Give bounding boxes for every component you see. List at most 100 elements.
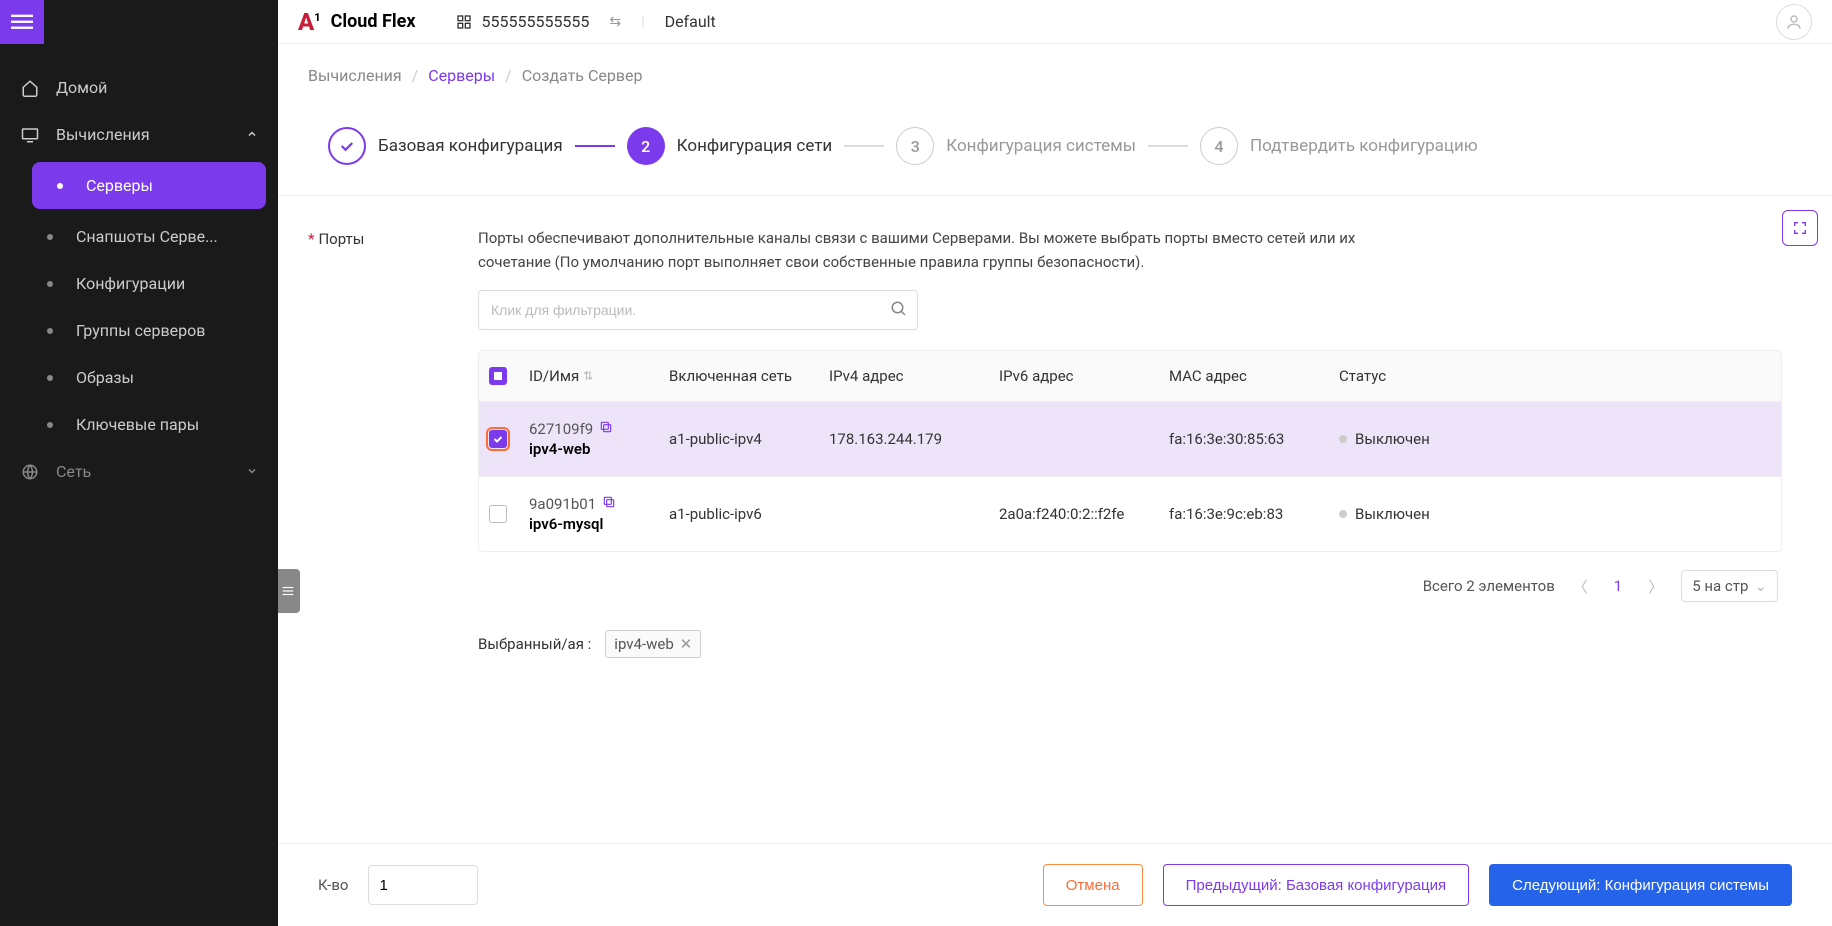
step-2-label: Конфигурация сети [677,136,833,156]
copy-icon[interactable] [599,420,613,438]
brand-name: Cloud Flex [331,11,416,32]
sidebar-item-images[interactable]: Образы [20,354,278,401]
hamburger-menu[interactable] [0,0,44,44]
breadcrumb-servers[interactable]: Серверы [428,66,495,85]
bullet-icon [47,234,53,240]
section-label-text: Порты [318,230,364,248]
th-mac: MAC адрес [1169,367,1339,385]
row-checkbox[interactable] [489,505,507,523]
total-count: Всего 2 элементов [1423,577,1555,595]
current-page[interactable]: 1 [1606,575,1630,597]
qty-label: К-во [318,876,348,894]
row-id: 627109f9 [529,420,593,438]
prev-button[interactable]: Предыдущий: Базовая конфигурация [1163,864,1470,906]
profile-button[interactable] [1776,4,1812,40]
next-page-button[interactable]: 〉 [1644,572,1667,601]
table-row[interactable]: 627109f9 ipv4-web a1-public-ipv4 178.163… [479,401,1781,476]
cancel-button[interactable]: Отмена [1043,864,1143,906]
search-icon [890,300,908,322]
step-1-label: Базовая конфигурация [378,136,563,156]
prev-page-button[interactable]: 〈 [1569,572,1592,601]
step-2[interactable]: 2 Конфигурация сети [627,127,833,165]
sidebar-item-network[interactable]: Сеть [0,448,278,495]
separator: | [641,14,644,30]
breadcrumb-compute[interactable]: Вычисления [308,66,402,85]
account-switcher[interactable]: 555555555555 [456,12,590,31]
bullet-icon [47,328,53,334]
row-name: ipv4-web [529,440,669,458]
page-size-selector[interactable]: 5 на стр ⌄ [1681,570,1778,602]
next-button[interactable]: Следующий: Конфигурация системы [1489,864,1792,906]
sidebar: Домой Вычисления Серверы Снапшоты Серве.… [0,0,278,926]
step-1[interactable]: Базовая конфигурация [328,127,563,165]
menu-icon [11,11,33,33]
select-all-checkbox[interactable] [489,367,507,385]
sidebar-label-compute: Вычисления [56,125,150,144]
topbar: A1 Cloud Flex 555555555555 ⇆ | Default [278,0,1832,44]
step-2-num: 2 [627,127,665,165]
row-name: ipv6-mysql [529,515,669,533]
th-status: Статус [1339,367,1459,385]
sidebar-label-groups: Группы серверов [76,321,205,340]
step-3-label: Конфигурация системы [946,136,1136,156]
row-net: a1-public-ipv6 [669,505,829,523]
sidebar-label-keypairs: Ключевые пары [76,415,199,434]
stepper: Базовая конфигурация 2 Конфигурация сети… [278,107,1832,195]
th-id[interactable]: ID/Имя [529,367,579,385]
chevron-up-icon [246,125,258,144]
remove-tag-button[interactable]: ✕ [680,635,693,653]
sort-icon[interactable]: ⇅ [583,369,593,383]
step-3: 3 Конфигурация системы [896,127,1136,165]
row-status: Выключен [1355,505,1430,523]
sidebar-label-snapshots: Снапшоты Серве... [76,227,218,246]
th-ipv4: IPv4 адрес [829,367,999,385]
qty-input[interactable] [368,865,478,905]
page-size-label: 5 на стр [1692,577,1748,595]
status-dot-icon [1339,510,1347,518]
sidebar-item-compute[interactable]: Вычисления [0,111,278,158]
step-4-label: Подтвердить конфигурацию [1250,136,1478,156]
project-selector[interactable]: Default [665,12,716,31]
logo-mark: A1 [298,8,321,36]
row-mac: fa:16:3e:30:85:63 [1169,430,1339,448]
breadcrumb-current: Создать Сервер [522,66,643,85]
selected-tag: ipv4-web ✕ [605,630,701,658]
check-icon [338,137,356,155]
expand-icon [1792,220,1808,236]
sidebar-item-configs[interactable]: Конфигурации [20,260,278,307]
chevron-down-icon [246,462,258,481]
filter-input[interactable] [478,290,918,330]
sidebar-item-home[interactable]: Домой [0,64,278,111]
sidebar-label-network: Сеть [56,462,91,481]
swap-icon[interactable]: ⇆ [609,14,621,30]
row-checkbox[interactable] [489,430,507,448]
breadcrumb: Вычисления / Серверы / Создать Сервер [278,44,1832,107]
table-row[interactable]: 9a091b01 ipv6-mysql a1-public-ipv6 2a0a:… [479,476,1781,551]
section-label: *Порты [308,226,438,658]
list-icon [281,584,295,598]
row-ipv6: 2a0a:f240:0:2::f2fe [999,505,1169,523]
row-id: 9a091b01 [529,495,596,513]
section-description: Порты обеспечивают дополнительные каналы… [478,226,1378,274]
expand-button[interactable] [1782,210,1818,246]
sidebar-item-keypairs[interactable]: Ключевые пары [20,401,278,448]
user-icon [1785,13,1803,31]
grid-icon [456,14,472,30]
copy-icon[interactable] [602,495,616,513]
bullet-icon [57,183,63,189]
row-mac: fa:16:3e:9c:eb:83 [1169,505,1339,523]
bullet-icon [47,422,53,428]
bullet-icon [47,281,53,287]
step-3-num: 3 [896,127,934,165]
sidebar-item-groups[interactable]: Группы серверов [20,307,278,354]
globe-icon [20,463,40,481]
drawer-tab[interactable] [278,569,300,613]
th-net: Включенная сеть [669,367,829,385]
step-4: 4 Подтвердить конфигурацию [1200,127,1478,165]
selected-label: Выбранный/ая : [478,635,591,653]
sidebar-item-snapshots[interactable]: Снапшоты Серве... [20,213,278,260]
selected-tag-text: ipv4-web [614,635,673,653]
logo: A1 Cloud Flex [278,8,436,36]
ports-table: ID/Имя⇅ Включенная сеть IPv4 адрес IPv6 … [478,350,1782,552]
sidebar-item-servers[interactable]: Серверы [32,162,266,209]
